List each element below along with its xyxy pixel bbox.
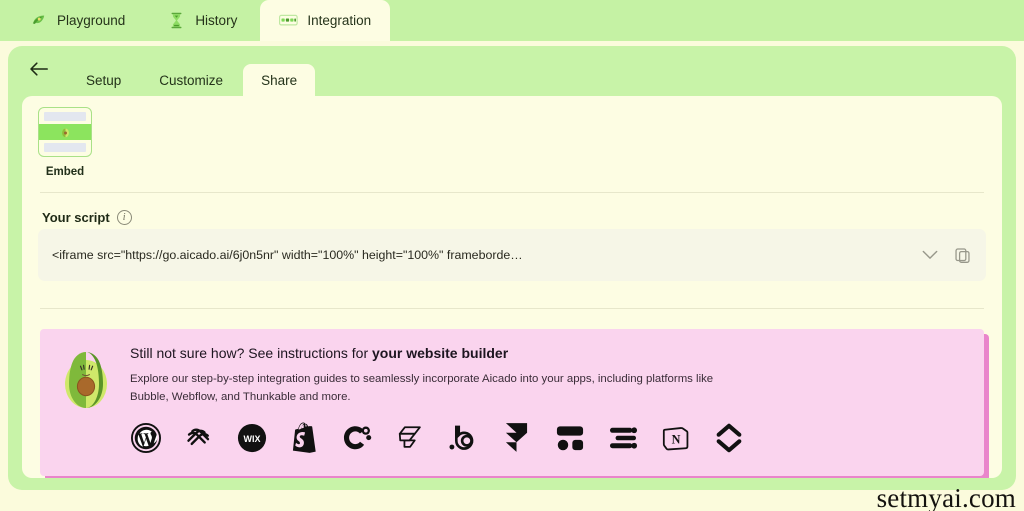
embed-preview-bar-top bbox=[44, 112, 86, 121]
embed-tile-button[interactable] bbox=[38, 107, 92, 157]
banner-title-strong: your website builder bbox=[372, 345, 509, 361]
banner-title: Still not sure how? See instructions for… bbox=[130, 345, 966, 361]
embed-tile-label: Embed bbox=[45, 166, 85, 178]
svg-text:WIX: WIX bbox=[243, 434, 260, 444]
subtab-setup-label: Setup bbox=[86, 72, 122, 88]
avocado-mascot-icon bbox=[60, 343, 116, 466]
svg-text:N: N bbox=[671, 432, 680, 446]
info-icon[interactable]: i bbox=[116, 210, 132, 225]
share-content-card: Embed Your script i <iframe src="https:/… bbox=[22, 96, 1002, 478]
avocado-mini-icon bbox=[61, 127, 69, 137]
tab-playground-label: Playground bbox=[57, 13, 126, 28]
divider-bottom bbox=[40, 308, 984, 309]
integration-page-panel: Setup Customize Share Embed Your script … bbox=[8, 46, 1016, 490]
notion-icon[interactable]: N bbox=[660, 422, 691, 453]
script-value: <iframe src="https://go.aicado.ai/6j0n5n… bbox=[52, 248, 523, 262]
framer-icon[interactable] bbox=[501, 422, 532, 453]
script-label: Your script bbox=[42, 210, 110, 225]
webflow-icon[interactable] bbox=[395, 422, 426, 453]
platform-logo-row: WIX N bbox=[130, 422, 966, 454]
banner-surface: Still not sure how? See instructions for… bbox=[40, 329, 984, 476]
script-field[interactable]: <iframe src="https://go.aicado.ai/6j0n5n… bbox=[38, 229, 986, 281]
top-tab-list: Playground History Integration bbox=[0, 0, 391, 41]
wordpress-icon[interactable] bbox=[130, 422, 161, 453]
subtab-customize-label: Customize bbox=[159, 72, 224, 88]
embed-preview-band bbox=[39, 124, 91, 140]
tab-integration[interactable]: Integration bbox=[260, 0, 391, 41]
embed-window-icon bbox=[279, 11, 299, 30]
back-button[interactable] bbox=[22, 54, 56, 88]
banner-body: Still not sure how? See instructions for… bbox=[116, 343, 966, 466]
wix-icon[interactable]: WIX bbox=[236, 422, 267, 453]
bubble-icon[interactable] bbox=[448, 422, 479, 453]
copy-icon[interactable] bbox=[952, 245, 972, 265]
hourglass-icon bbox=[167, 11, 186, 30]
website-builder-banner: Still not sure how? See instructions for… bbox=[40, 329, 989, 478]
embed-preview-bar-bottom bbox=[44, 143, 86, 152]
subtab-share[interactable]: Share bbox=[243, 64, 316, 96]
squarespace-icon[interactable] bbox=[183, 422, 214, 453]
share-subnav: Setup Customize Share bbox=[8, 46, 1016, 96]
arrow-left-icon bbox=[29, 61, 49, 82]
thunkable-icon[interactable] bbox=[607, 422, 638, 453]
watermark: setmyai.com bbox=[876, 483, 1016, 511]
subtab-setup[interactable]: Setup bbox=[68, 64, 139, 96]
divider-top bbox=[40, 192, 984, 193]
tab-history-label: History bbox=[195, 13, 238, 28]
embed-option: Embed bbox=[38, 107, 92, 178]
tab-playground[interactable]: Playground bbox=[10, 0, 144, 41]
duda-icon[interactable] bbox=[342, 422, 373, 453]
tab-integration-label: Integration bbox=[307, 13, 372, 28]
chevron-down-icon[interactable] bbox=[920, 245, 940, 265]
shopify-icon[interactable] bbox=[289, 422, 320, 454]
subtab-customize[interactable]: Customize bbox=[141, 64, 241, 96]
tab-history[interactable]: History bbox=[148, 0, 256, 41]
top-tab-bar: Playground History Integration bbox=[0, 0, 1024, 41]
banner-title-prefix: Still not sure how? See instructions for bbox=[130, 345, 373, 361]
avocado-leaf-icon bbox=[29, 11, 48, 30]
dorik-icon[interactable] bbox=[554, 422, 585, 453]
script-actions bbox=[908, 245, 972, 265]
script-label-group: Your script i bbox=[42, 210, 132, 225]
banner-description: Explore our step-by-step integration gui… bbox=[130, 373, 714, 403]
softr-icon[interactable] bbox=[713, 422, 744, 453]
subtab-share-label: Share bbox=[261, 72, 298, 88]
